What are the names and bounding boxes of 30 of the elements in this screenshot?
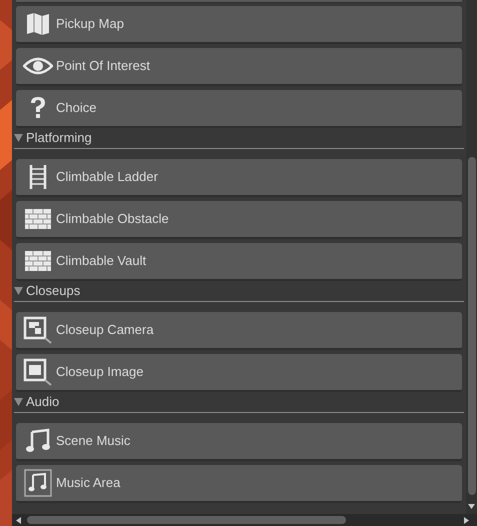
- brick-wall-icon: [25, 209, 51, 229]
- eye-icon: [23, 55, 53, 77]
- scroll-down-icon[interactable]: [468, 504, 475, 509]
- scrollbar-thumb[interactable]: [468, 157, 476, 495]
- list-item-button[interactable]: Point Of Interest: [16, 48, 462, 86]
- list-item-button[interactable]: Pickup Map: [16, 6, 462, 44]
- framed-squares-icon: [23, 316, 53, 344]
- list-item-button[interactable]: Scene Music: [16, 423, 462, 461]
- music-note-icon: [25, 428, 51, 454]
- brick-wall-icon: [25, 251, 51, 271]
- list-item-button[interactable]: Climbable Ladder: [16, 159, 462, 197]
- list-item-button[interactable]: Music Area: [16, 465, 462, 503]
- horizontal-scrollbar[interactable]: [12, 514, 477, 526]
- scrollbar-thumb[interactable]: [27, 516, 346, 524]
- list-item-button[interactable]: Choice: [16, 90, 462, 128]
- ladder-icon: [28, 164, 48, 190]
- section-header[interactable]: Platforming: [12, 128, 466, 148]
- list-item-button[interactable]: Climbable Obstacle: [16, 201, 462, 239]
- list-item-button[interactable]: [16, 0, 462, 3]
- map-icon: [25, 11, 51, 37]
- framed-picture-icon: [23, 358, 53, 386]
- list-item-button[interactable]: Closeup Camera: [16, 312, 462, 350]
- scroll-right-icon[interactable]: [464, 516, 469, 524]
- section-header[interactable]: Closeups: [12, 281, 466, 301]
- vertical-scrollbar[interactable]: [466, 0, 477, 514]
- scroll-left-icon[interactable]: [16, 516, 21, 524]
- music-note-icon: [24, 469, 52, 497]
- list-item-button[interactable]: Climbable Vault: [16, 243, 462, 281]
- section-header[interactable]: Audio: [12, 392, 466, 412]
- list-item-button[interactable]: Closeup Image: [16, 354, 462, 392]
